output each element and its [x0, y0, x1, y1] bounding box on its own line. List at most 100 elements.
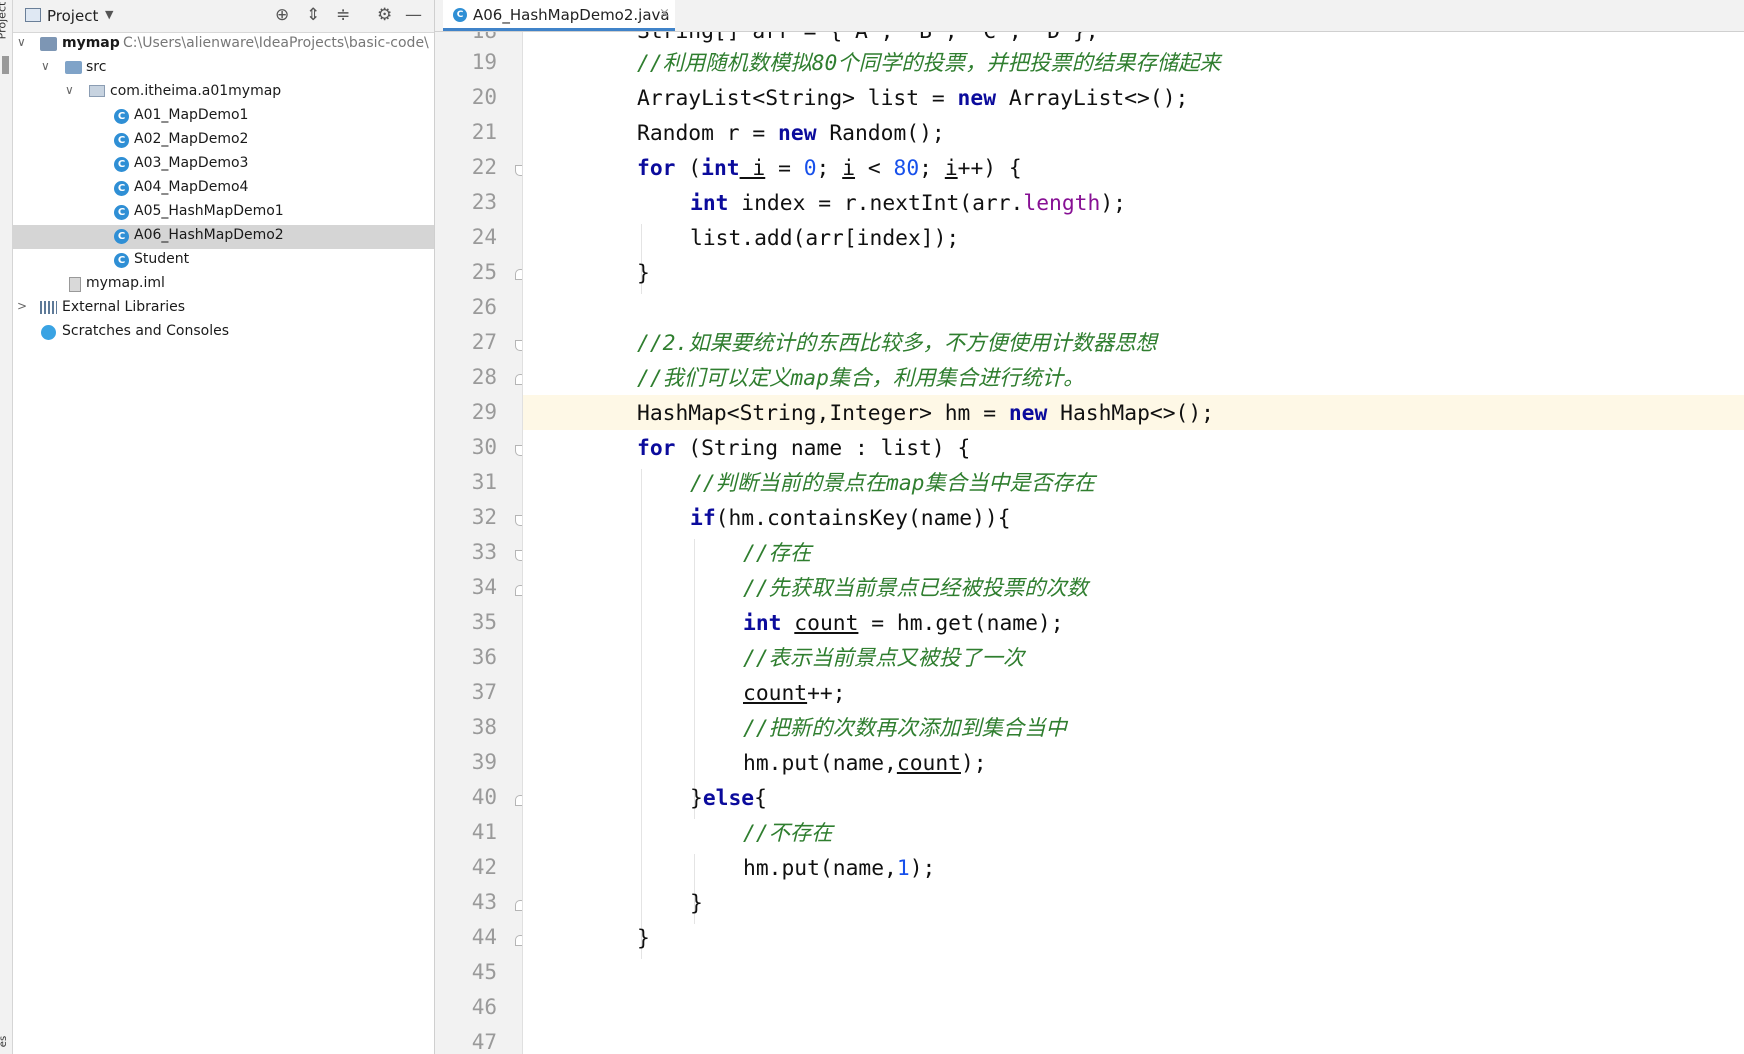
tree-item-iml[interactable]: mymap.iml — [13, 273, 434, 297]
code-text: ( — [675, 156, 702, 181]
chevron-down-icon[interactable]: ∨ — [65, 83, 74, 97]
scratches-icon — [41, 325, 56, 340]
code-line-42: hm.put(name,1); — [743, 854, 935, 884]
line-number: 44 — [471, 925, 497, 949]
code-keyword: new — [957, 86, 997, 111]
file-icon — [69, 277, 81, 292]
code-variable: count — [794, 611, 859, 636]
code-text: HashMap<String,Integer> hm = — [637, 401, 1009, 426]
code-text: index = r.nextInt(arr. — [728, 191, 1024, 216]
project-tool-window-button[interactable]: Project — [0, 2, 8, 40]
fold-marker[interactable] — [515, 585, 522, 596]
code-variable: i — [842, 156, 856, 181]
chevron-down-icon[interactable]: ▼ — [105, 8, 113, 21]
line-number-gutter[interactable]: 18 19 20 21 22 23 24 25 26 27 28 29 30 3… — [435, 32, 523, 1054]
tree-item-label: A02_MapDemo2 — [134, 131, 249, 147]
code-text: = hm.get(name); — [858, 611, 1064, 636]
tree-item-class[interactable]: C A03_MapDemo3 — [13, 153, 434, 177]
bottom-strip-label[interactable]: es — [0, 1036, 9, 1047]
code-line-25: } — [637, 259, 650, 289]
gear-icon[interactable]: ⚙ — [377, 5, 392, 25]
code-text: HashMap<>(); — [1047, 401, 1214, 426]
code-text: ArrayList<String> list = — [637, 86, 958, 111]
tree-item-label: com.itheima.a01mymap — [110, 83, 282, 99]
code-text: ); — [960, 751, 987, 776]
chevron-right-icon[interactable]: > — [17, 299, 27, 313]
tree-item-class[interactable]: C A01_MapDemo1 — [13, 105, 434, 129]
code-number: 1 — [896, 856, 910, 881]
tree-item-class-selected[interactable]: C A06_HashMapDemo2 — [13, 225, 434, 249]
collapse-all-icon[interactable]: ≑ — [336, 5, 350, 25]
fold-marker[interactable] — [515, 795, 522, 806]
indent-guide — [694, 539, 695, 819]
code-text: ; — [919, 156, 945, 181]
class-icon: C — [114, 157, 129, 172]
code-text: ++) { — [957, 156, 1022, 181]
fold-marker[interactable] — [515, 550, 522, 561]
project-panel-header: Project ▼ ⊕ ⇕ ≑ ⚙ — — [13, 0, 434, 33]
tree-item-class[interactable]: C A04_MapDemo4 — [13, 177, 434, 201]
code-text: (String name : list) { — [675, 436, 971, 461]
tree-item-class[interactable]: C Student — [13, 249, 434, 273]
code-keyword: int — [701, 156, 740, 181]
tree-item-src[interactable]: ∨ src — [13, 57, 434, 81]
code-text: } — [690, 891, 703, 916]
expand-all-icon[interactable]: ⇕ — [306, 5, 320, 25]
tree-item-package[interactable]: ∨ com.itheima.a01mymap — [13, 81, 434, 105]
fold-marker[interactable] — [515, 900, 522, 911]
fold-marker[interactable] — [515, 445, 522, 456]
code-comment: //把新的次数再次添加到集合当中 — [743, 716, 1067, 741]
close-icon[interactable]: × — [659, 6, 670, 21]
code-text: ); — [1100, 191, 1126, 216]
code-comment: //不存在 — [743, 821, 833, 846]
line-number: 35 — [471, 610, 497, 634]
code-comment: //判断当前的景点在map集合当中是否存在 — [690, 471, 1095, 496]
fold-marker[interactable] — [515, 269, 522, 280]
chevron-down-icon[interactable]: ∨ — [41, 59, 50, 73]
fold-marker[interactable] — [515, 340, 522, 351]
code-text: hm.put(name, — [743, 856, 897, 881]
hide-panel-icon[interactable]: — — [405, 5, 422, 25]
chevron-down-icon[interactable]: ∨ — [17, 35, 26, 49]
locate-file-icon[interactable]: ⊕ — [275, 5, 289, 25]
line-number: 34 — [471, 575, 497, 599]
code-line-20: ArrayList<String> list = new ArrayList<>… — [637, 84, 1188, 114]
code-line-34: //先获取当前景点已经被投票的次数 — [743, 574, 1088, 604]
code-editor[interactable]: String[] arr = {"A", "B", "C", "D"}; //利… — [523, 32, 1744, 1054]
tree-item-class[interactable]: C A05_HashMapDemo1 — [13, 201, 434, 225]
code-text: ArrayList<>(); — [996, 86, 1189, 111]
code-keyword: if — [690, 506, 716, 531]
code-text: } — [690, 786, 703, 811]
code-comment: //先获取当前景点已经被投票的次数 — [743, 576, 1089, 601]
tree-item-external-libraries[interactable]: > External Libraries — [13, 297, 434, 321]
tool-window-strip: Project es — [0, 0, 13, 1054]
fold-marker[interactable] — [515, 515, 522, 526]
library-icon — [40, 301, 57, 314]
tree-item-label: mymap — [62, 35, 120, 51]
tree-item-label: A01_MapDemo1 — [134, 107, 249, 123]
code-text: ); — [909, 856, 936, 881]
fold-marker[interactable] — [515, 374, 522, 385]
class-icon: C — [114, 253, 129, 268]
package-icon — [89, 85, 105, 97]
line-number: 18 — [435, 32, 497, 43]
project-view-title[interactable]: Project — [47, 7, 98, 25]
line-number: 39 — [471, 750, 497, 774]
indent-guide — [641, 469, 642, 959]
tree-item-scratches[interactable]: Scratches and Consoles — [13, 321, 434, 345]
code-keyword: int — [690, 191, 729, 216]
code-line-37: count++; — [743, 679, 846, 709]
tree-item-module[interactable]: ∨ mymap C:\Users\alienware\IdeaProjects\… — [13, 33, 434, 57]
code-line-31: //判断当前的景点在map集合当中是否存在 — [690, 469, 1095, 499]
editor-tab[interactable]: C A06_HashMapDemo2.java × — [443, 0, 675, 31]
fold-marker[interactable] — [515, 935, 522, 946]
code-variable: i — [944, 156, 958, 181]
code-comment: //利用随机数模拟80个同学的投票，并把投票的结果存储起来 — [637, 51, 1221, 76]
tree-item-label: A04_MapDemo4 — [134, 179, 249, 195]
fold-marker[interactable] — [515, 165, 522, 176]
code-comment: //我们可以定义map集合，利用集合进行统计。 — [637, 366, 1085, 391]
tree-item-class[interactable]: C A02_MapDemo2 — [13, 129, 434, 153]
line-number: 43 — [471, 890, 497, 914]
tree-item-label: src — [86, 59, 107, 75]
code-text: } — [637, 261, 650, 286]
